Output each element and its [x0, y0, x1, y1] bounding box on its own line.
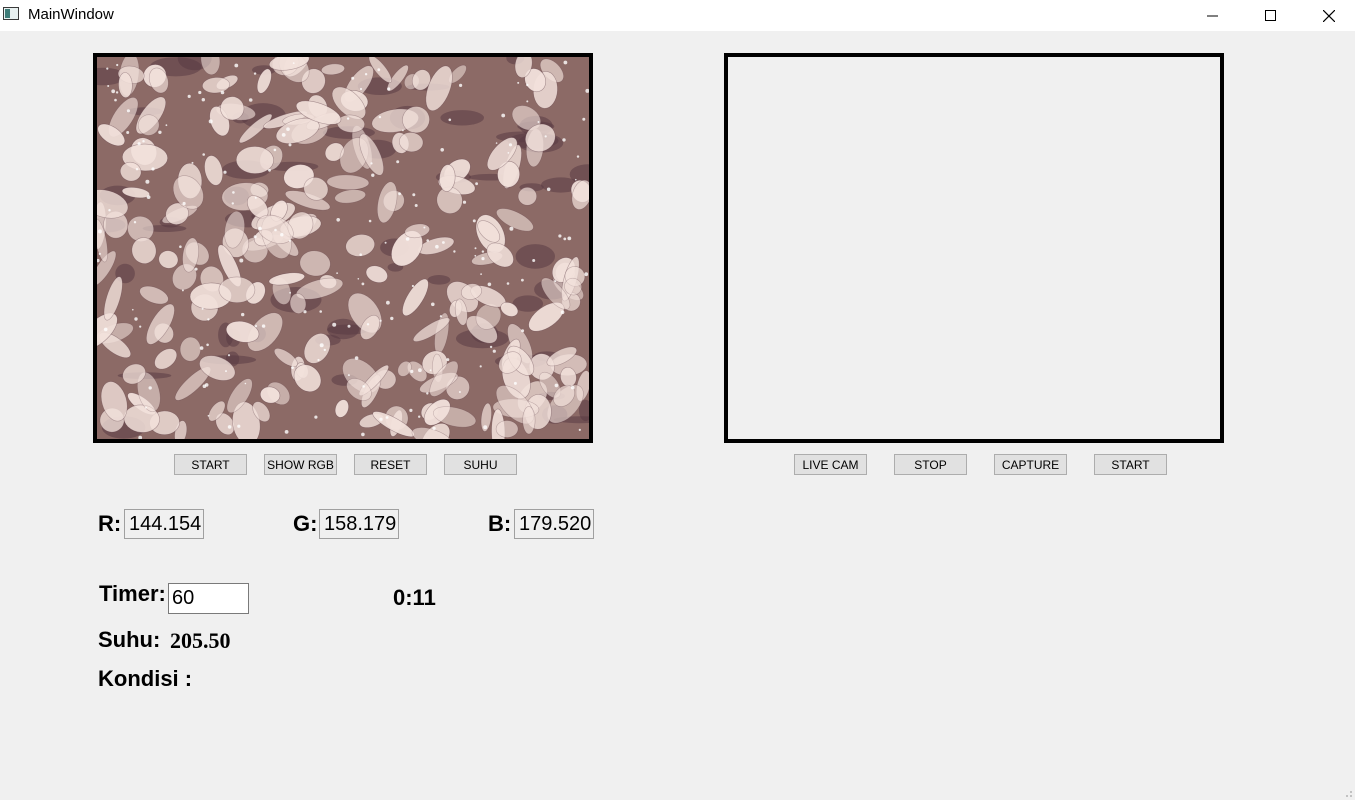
close-button[interactable]: [1300, 0, 1355, 31]
timer-elapsed: 0:11: [393, 585, 436, 610]
reset-button[interactable]: RESET: [354, 454, 427, 475]
capture-button[interactable]: CAPTURE: [994, 454, 1067, 475]
live-cam-button[interactable]: LIVE CAM: [794, 454, 867, 475]
suhu-button[interactable]: SUHU: [444, 454, 517, 475]
kondisi-label: Kondisi :: [98, 666, 193, 691]
window-title: MainWindow: [28, 6, 114, 23]
maximize-button[interactable]: [1242, 0, 1300, 31]
r-value: 144.154: [124, 509, 204, 539]
timer-label: Timer:: [99, 581, 166, 606]
minimize-icon: [1207, 15, 1218, 16]
close-icon: [1323, 9, 1335, 22]
sample-image-frame: [93, 53, 593, 443]
stop-button[interactable]: STOP: [894, 454, 967, 475]
start-capture-button[interactable]: START: [1094, 454, 1167, 475]
suhu-label: Suhu:: [98, 627, 161, 652]
suhu-value: 205.50: [170, 628, 231, 653]
resize-grip-icon[interactable]: [1343, 788, 1353, 798]
r-label: R:: [98, 511, 122, 536]
sample-image: [97, 57, 589, 439]
live-cam-frame: [724, 53, 1224, 443]
minimize-button[interactable]: [1184, 0, 1242, 31]
show-rgb-button[interactable]: SHOW RGB: [264, 454, 337, 475]
b-label: B:: [488, 511, 512, 536]
b-value: 179.520: [514, 509, 594, 539]
start-button[interactable]: START: [174, 454, 247, 475]
timer-input[interactable]: [168, 583, 249, 614]
g-label: G:: [293, 511, 318, 536]
title-bar: MainWindow: [0, 0, 1355, 31]
maximize-icon: [1265, 9, 1276, 21]
app-icon: [3, 7, 19, 20]
g-value: 158.179: [319, 509, 399, 539]
